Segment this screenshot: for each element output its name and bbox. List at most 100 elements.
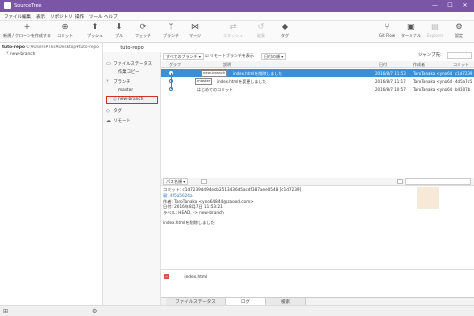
commit-hash: 4d5a7c5 [455, 78, 473, 84]
sidebar-workspace-header[interactable]: ▭ ファイルステータス [106, 61, 152, 67]
sidebar-tags-header[interactable]: ◇ タグ [106, 108, 122, 114]
stash-button[interactable]: ⇄ スタッシュ [222, 23, 244, 42]
table-row[interactable]: master index.htmlを変更しました 2016/8/7 11:17 … [161, 77, 474, 85]
order-select[interactable]: 日付の順 ▾ [261, 53, 287, 60]
sidebar-item-new-branch[interactable]: ◎ new-branch [106, 96, 158, 104]
commit-author: TaroTanaka <yno64 [413, 70, 453, 76]
tag-button[interactable]: ◆ タグ [274, 23, 296, 42]
graph-line [171, 73, 172, 89]
merge-icon: ⋈ [191, 22, 199, 31]
list-item[interactable]: − index.html [164, 274, 207, 280]
git-flow-button[interactable]: ⑂ Git Flow [376, 23, 398, 42]
cloud-icon: ☁ [106, 118, 111, 124]
author-avatar [417, 187, 439, 209]
commit-info: コミット: c1d7239d494ecb2513436d5acdf387aee0… [163, 187, 313, 226]
gear-icon: ⚙ [455, 22, 463, 31]
branch-icon: ᛘ [106, 79, 110, 85]
commit-description: はじめてのコミット [197, 86, 233, 92]
discard-icon: ↺ [257, 22, 265, 31]
plus-icon: + [23, 22, 31, 31]
explorer-icon: ▤ [431, 22, 439, 31]
commit-description: index.htmlを変更しました [217, 78, 267, 84]
column-commit[interactable]: コミット [453, 62, 469, 68]
explorer-button[interactable]: ▤ Explorer [424, 23, 446, 42]
view-toggle[interactable] [201, 179, 207, 184]
terminal-icon: ▣ [407, 22, 415, 31]
app-icon [4, 2, 11, 9]
stash-icon: ⇄ [229, 22, 237, 31]
menu-tools[interactable]: ツール [89, 14, 103, 20]
menu-repository[interactable]: リポジトリ [50, 14, 73, 20]
fetch-button[interactable]: ⟳ フェッチ [132, 23, 154, 42]
git-flow-icon: ⑂ [384, 22, 390, 31]
sidebar-item-working-copy[interactable]: 作業コピー [118, 69, 139, 75]
menu-actions[interactable]: 操作 [75, 14, 84, 20]
repository-list-panel [0, 43, 103, 305]
menu-file[interactable]: ファイル [4, 14, 22, 20]
commit-icon: ⊕ [61, 22, 69, 31]
view-toggle[interactable] [397, 179, 403, 184]
repo-current-branch: ᛘ new-branch [6, 52, 36, 57]
branch-icon: ᛘ [6, 52, 9, 57]
add-repo-icon[interactable]: ⊞ [3, 308, 8, 315]
terminal-button[interactable]: ▣ ターミナル [400, 23, 422, 42]
sidebar: ▭ ファイルステータス 作業コピー ᛘ ブランチ master ◎ new-br… [103, 52, 161, 305]
commit-date: 2016/8/7 11:53 [375, 70, 406, 76]
table-row[interactable]: はじめてのコミット 2016/8/7 10:57 TaroTanaka <yno… [161, 85, 474, 93]
sidebar-remotes-header[interactable]: ☁ リモート [106, 118, 131, 124]
repo-entry[interactable]: tuto-repo C:¥Users¥Tks¥Desktop¥tuto-repo [2, 45, 102, 50]
tag-icon: ◇ [106, 108, 110, 114]
commit-id-line: コミット: c1d7239d494ecb2513436d5acdf387aee0… [163, 187, 302, 192]
commit-hash: b4107b [455, 86, 471, 92]
arrow-down-icon: ⬇ [115, 22, 123, 31]
pull-button[interactable]: ⬇ プル [108, 23, 130, 42]
table-row[interactable]: new-branch index.htmlを削除しました 2016/8/7 11… [161, 69, 474, 77]
current-branch-icon: ◎ [113, 97, 117, 102]
removed-file-icon: − [164, 274, 169, 279]
discard-button[interactable]: ↺ 破棄 [250, 23, 272, 42]
repo-path: C:¥Users¥Tks¥Desktop¥tuto-repo [26, 45, 99, 50]
branch-filter-select[interactable]: すべてのブランチ ▾ [163, 53, 204, 60]
branch-tag: master [195, 78, 213, 85]
sort-select[interactable]: パス名順 ▾ [163, 178, 189, 185]
window-title: SourceTree [14, 3, 42, 9]
title-bar: SourceTree — ☐ ✕ [0, 0, 474, 12]
column-date[interactable]: 日付 [379, 62, 387, 68]
commit-button[interactable]: ⊕ コミット [54, 23, 76, 42]
commit-message: index.htmlを削除しました [163, 219, 215, 225]
commit-table-header: グラフ 説明 日付 作成者 コミット [161, 61, 474, 68]
file-search-input[interactable] [405, 178, 471, 185]
commit-hash: c1d7239 [455, 70, 473, 76]
column-author[interactable]: 作成者 [413, 62, 425, 68]
status-bar: ⊞ ⚙ [0, 305, 474, 316]
maximize-button[interactable]: ☐ [443, 1, 457, 11]
sidebar-branches-header[interactable]: ᛘ ブランチ [106, 79, 131, 85]
minimize-button[interactable]: — [428, 1, 442, 11]
menu-help[interactable]: ヘルプ [104, 14, 118, 20]
branch-button[interactable]: ᛘ ブランチ [160, 23, 182, 42]
repo-name: tuto-repo [2, 45, 25, 50]
new-clone-button[interactable]: + 新規 / クローンを作成する [2, 23, 52, 42]
gear-icon[interactable]: ⚙ [92, 308, 97, 315]
show-remote-checkbox[interactable]: ☑ リモートブランチを表示 [203, 53, 256, 60]
monitor-icon: ▭ [106, 61, 111, 67]
filter-bar: すべてのブランチ ▾ ☑ リモートブランチを表示 日付の順 ▾ [161, 53, 474, 61]
toolbar: + 新規 / クローンを作成する ⊕ コミット ⬆ プッシュ ⬇ プル ⟳ フェ… [0, 21, 474, 43]
menu-bar: ファイル 編集 表示 リポジトリ 操作 ツール ヘルプ [0, 12, 474, 21]
menu-edit[interactable]: 編集 [22, 14, 31, 20]
column-description[interactable]: 説明 [223, 62, 231, 68]
detail-toolbar: パス名順 ▾ [161, 178, 474, 186]
tab-repo[interactable]: tuto-repo [103, 43, 161, 52]
sidebar-item-master[interactable]: master [118, 88, 133, 93]
push-button[interactable]: ⬆ プッシュ [84, 23, 106, 42]
column-graph[interactable]: グラフ [169, 62, 181, 68]
settings-button[interactable]: ⚙ 設定 [448, 23, 470, 42]
close-button[interactable]: ✕ [458, 1, 472, 11]
branch-icon: ᛘ [168, 22, 174, 31]
branch-tag: new-branch [201, 70, 228, 77]
tag-icon: ◆ [281, 22, 289, 31]
arrow-up-icon: ⬆ [91, 22, 99, 31]
menu-view[interactable]: 表示 [36, 14, 45, 20]
merge-button[interactable]: ⋈ マージ [184, 23, 206, 42]
changed-files-list: − index.html [161, 269, 474, 291]
